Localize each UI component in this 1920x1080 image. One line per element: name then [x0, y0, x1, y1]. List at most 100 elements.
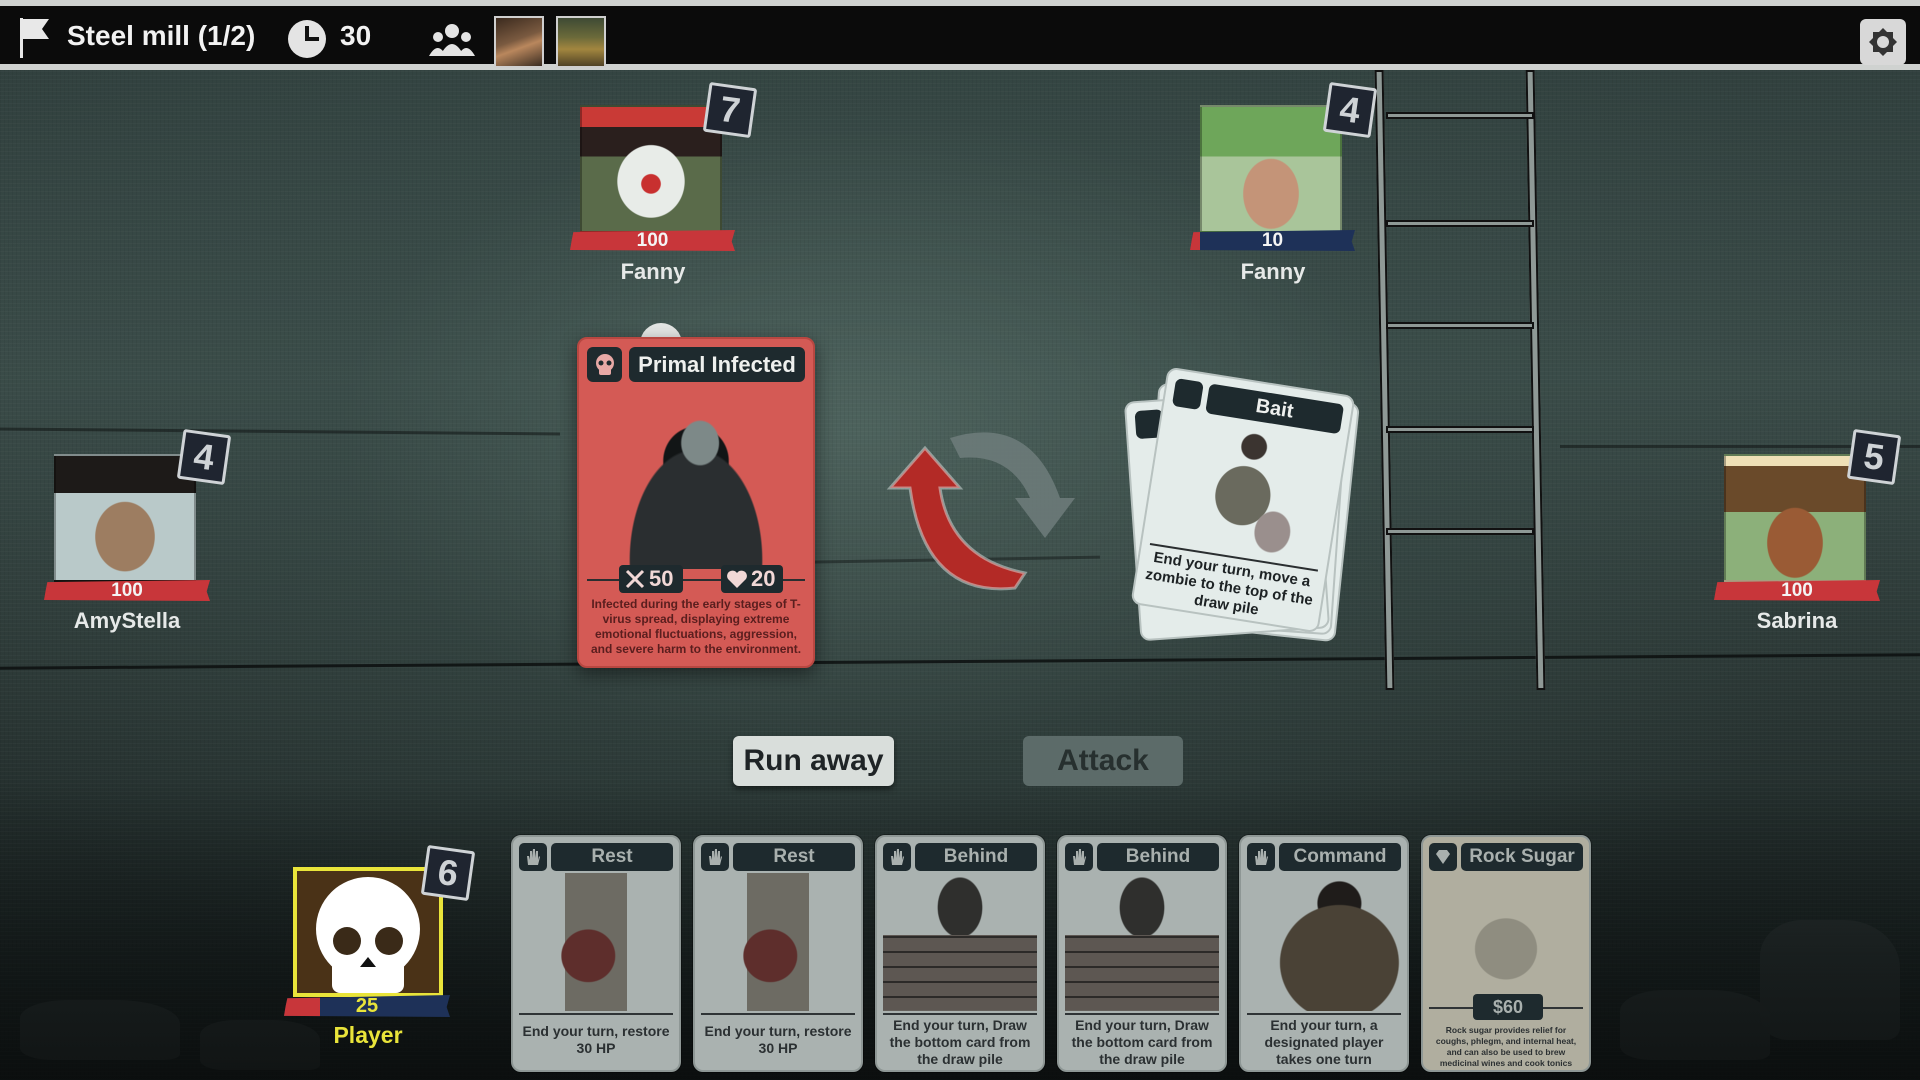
- opponent-card-count: 4: [176, 428, 232, 486]
- attack-stat: 50: [619, 565, 683, 593]
- attack-value: 50: [649, 566, 674, 591]
- hand-card-behind[interactable]: Behind End your turn, Draw the bottom ca…: [1057, 835, 1227, 1072]
- hand-icon: [1065, 843, 1093, 871]
- hand-card-rest[interactable]: Rest End your turn, restore 30 HP: [511, 835, 681, 1072]
- heart-icon: [727, 570, 747, 588]
- draw-pile[interactable]: Bait End your turn, move a zombie to the…: [1123, 366, 1370, 645]
- card-text: End your turn, Draw the bottom card from…: [889, 1017, 1031, 1067]
- card-divider: [701, 1013, 855, 1015]
- ladder-rung: [1386, 528, 1534, 535]
- gem-icon: [1429, 843, 1457, 871]
- card-art: [1182, 419, 1317, 562]
- settings-icon: [1869, 28, 1897, 56]
- player-hp: 25: [355, 994, 379, 1017]
- opponent-hp-bar: 100: [1714, 580, 1880, 601]
- rubble: [1760, 920, 1900, 1040]
- opponent-portrait: [580, 105, 722, 233]
- card-divider: [519, 1013, 673, 1015]
- hand-icon: [883, 843, 911, 871]
- attack-button[interactable]: Attack: [1023, 736, 1183, 786]
- opponent-hp-bar: 100: [570, 230, 735, 251]
- zombie-type-badge: [587, 347, 622, 382]
- hand-card-rest[interactable]: Rest End your turn, restore 30 HP: [693, 835, 863, 1072]
- encounter-art: [593, 389, 799, 569]
- run-away-button[interactable]: Run away: [733, 736, 894, 786]
- opponent-sabrina[interactable]: 100 Sabrina 5: [1712, 428, 1912, 642]
- opponent-card-count: 5: [1846, 428, 1902, 486]
- opponent-amystella[interactable]: 100 AmyStella 4: [42, 428, 242, 642]
- ladder: [1374, 70, 1546, 690]
- card-divider: [1065, 1013, 1219, 1015]
- hand-icon: [1247, 843, 1275, 871]
- card-divider: [883, 1013, 1037, 1015]
- party-avatar-1[interactable]: [494, 16, 544, 68]
- encounter-stats: 50 20: [579, 565, 813, 593]
- opponent-name: AmyStella: [73, 608, 181, 633]
- clock-icon: [288, 20, 326, 58]
- rubble: [20, 1000, 180, 1060]
- card-title: Behind: [1097, 843, 1219, 871]
- opponent-name: Fanny: [620, 259, 686, 284]
- encounter-name: Primal Infected: [629, 347, 805, 382]
- opponent-fanny-green[interactable]: 10 Fanny 4: [1190, 81, 1380, 285]
- hp-lost-segment: [284, 995, 320, 1017]
- card-title: Rest: [733, 843, 855, 871]
- card-price: $60: [1473, 994, 1543, 1020]
- player-portrait[interactable]: [293, 867, 443, 997]
- hand-card-command[interactable]: Command End your turn, a designated play…: [1239, 835, 1409, 1072]
- card-title: Command: [1279, 843, 1401, 871]
- player-name: Player: [333, 1022, 403, 1048]
- wall-crack: [0, 653, 1920, 670]
- flag-icon: [20, 18, 49, 58]
- card-text: End your turn, restore 30 HP: [704, 1023, 852, 1056]
- opponent-name: Fanny: [1240, 259, 1306, 284]
- settings-button[interactable]: [1860, 19, 1906, 65]
- card-text: Rock sugar provides relief for coughs, p…: [1435, 1025, 1577, 1068]
- health-value: 20: [751, 566, 776, 591]
- location-title: Steel mill (1/2): [67, 20, 256, 51]
- crossed-swords-icon: [625, 569, 645, 589]
- card-art: [1065, 873, 1219, 1011]
- skull-icon: [316, 877, 420, 993]
- hp-lost-segment: [1190, 230, 1200, 251]
- opponent-hp: 100: [1781, 579, 1813, 601]
- opponent-name: Sabrina: [1756, 608, 1838, 633]
- turn-cycle-icon: [886, 432, 1075, 591]
- opponent-portrait: [1724, 454, 1866, 582]
- opponent-portrait: [1200, 105, 1342, 233]
- card-art: [1429, 873, 1583, 1011]
- player-card-count: 6: [420, 844, 476, 902]
- opponent-hp-bar: 100: [44, 580, 210, 601]
- opponent-hp: 100: [636, 229, 669, 251]
- hand-card-rock-sugar[interactable]: Rock Sugar $60 Rock sugar provides relie…: [1421, 835, 1591, 1072]
- card-text: End your turn, Draw the bottom card from…: [1071, 1017, 1213, 1067]
- card-art: [1247, 873, 1401, 1011]
- hand-icon: [1171, 378, 1204, 411]
- opponent-hp: 10: [1261, 229, 1284, 251]
- card-text: End your turn, restore 30 HP: [522, 1023, 670, 1056]
- ladder-rung: [1386, 426, 1534, 433]
- ladder-rung: [1386, 220, 1534, 227]
- opponent-fanny-clown[interactable]: 100 Fanny 7: [570, 81, 760, 285]
- card-art: [701, 873, 855, 1011]
- opponent-card-count: 7: [702, 81, 758, 139]
- party-avatar-2[interactable]: [556, 16, 606, 68]
- card-title: Rest: [551, 843, 673, 871]
- group-icon[interactable]: [428, 22, 476, 58]
- opponent-hp: 100: [111, 579, 143, 601]
- hand-card-behind[interactable]: Behind End your turn, Draw the bottom ca…: [875, 835, 1045, 1072]
- card-art: [883, 873, 1037, 1011]
- encounter-card[interactable]: Primal Infected 50 20 Infected during th…: [577, 337, 815, 668]
- card-art: [519, 873, 673, 1011]
- hand-icon: [519, 843, 547, 871]
- health-stat: 20: [721, 565, 783, 593]
- opponent-hp-bar: 10: [1190, 230, 1355, 251]
- card-title: Rock Sugar: [1461, 843, 1583, 871]
- ladder-rung: [1386, 112, 1534, 119]
- skull-icon: [595, 353, 614, 375]
- hand-icon: [701, 843, 729, 871]
- turns-remaining: 30: [340, 20, 372, 51]
- card-title: Behind: [915, 843, 1037, 871]
- card-text: End your turn, a designated player takes…: [1264, 1017, 1384, 1067]
- player-hp-bar: 25: [284, 995, 450, 1017]
